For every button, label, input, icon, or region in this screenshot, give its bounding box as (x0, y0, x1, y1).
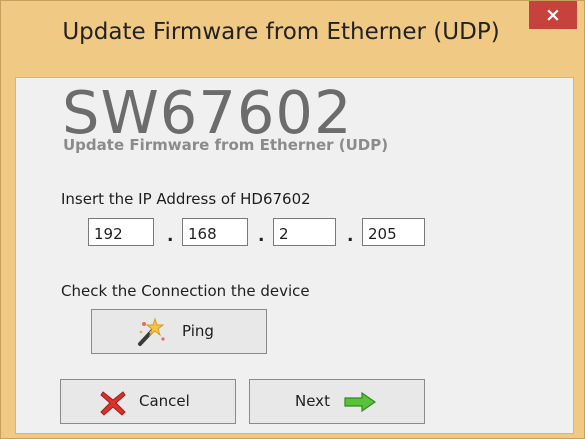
connection-label: Check the Connection the device (61, 282, 310, 300)
next-button[interactable]: Next (249, 379, 425, 424)
cancel-label: Cancel (139, 392, 190, 410)
dialog-body: SW67602 Update Firmware from Etherner (U… (15, 77, 574, 434)
magic-wand-icon (138, 317, 165, 346)
close-icon: × (545, 4, 561, 26)
close-button[interactable]: × (529, 1, 577, 29)
title-bar[interactable]: Update Firmware from Etherner (UDP) × (1, 1, 584, 77)
ip-address-label: Insert the IP Address of HD67602 (61, 190, 311, 208)
ip-separator: . (258, 226, 265, 246)
dialog-window: Update Firmware from Etherner (UDP) × SW… (0, 0, 585, 439)
next-label: Next (295, 392, 330, 410)
red-x-icon (100, 391, 126, 416)
ip-octet-2-input[interactable] (182, 218, 248, 246)
ip-octet-4-input[interactable] (362, 218, 425, 246)
ip-octet-1-input[interactable] (88, 218, 154, 246)
ip-separator: . (347, 226, 354, 246)
ping-button[interactable]: Ping (91, 309, 267, 354)
ip-separator: . (167, 226, 174, 246)
ip-octet-3-input[interactable] (273, 218, 336, 246)
app-subtitle: Update Firmware from Etherner (UDP) (63, 136, 389, 154)
window-title: Update Firmware from Etherner (UDP) (62, 19, 500, 45)
green-arrow-icon (344, 391, 377, 413)
cancel-button[interactable]: Cancel (60, 379, 236, 424)
ping-label: Ping (182, 322, 214, 340)
